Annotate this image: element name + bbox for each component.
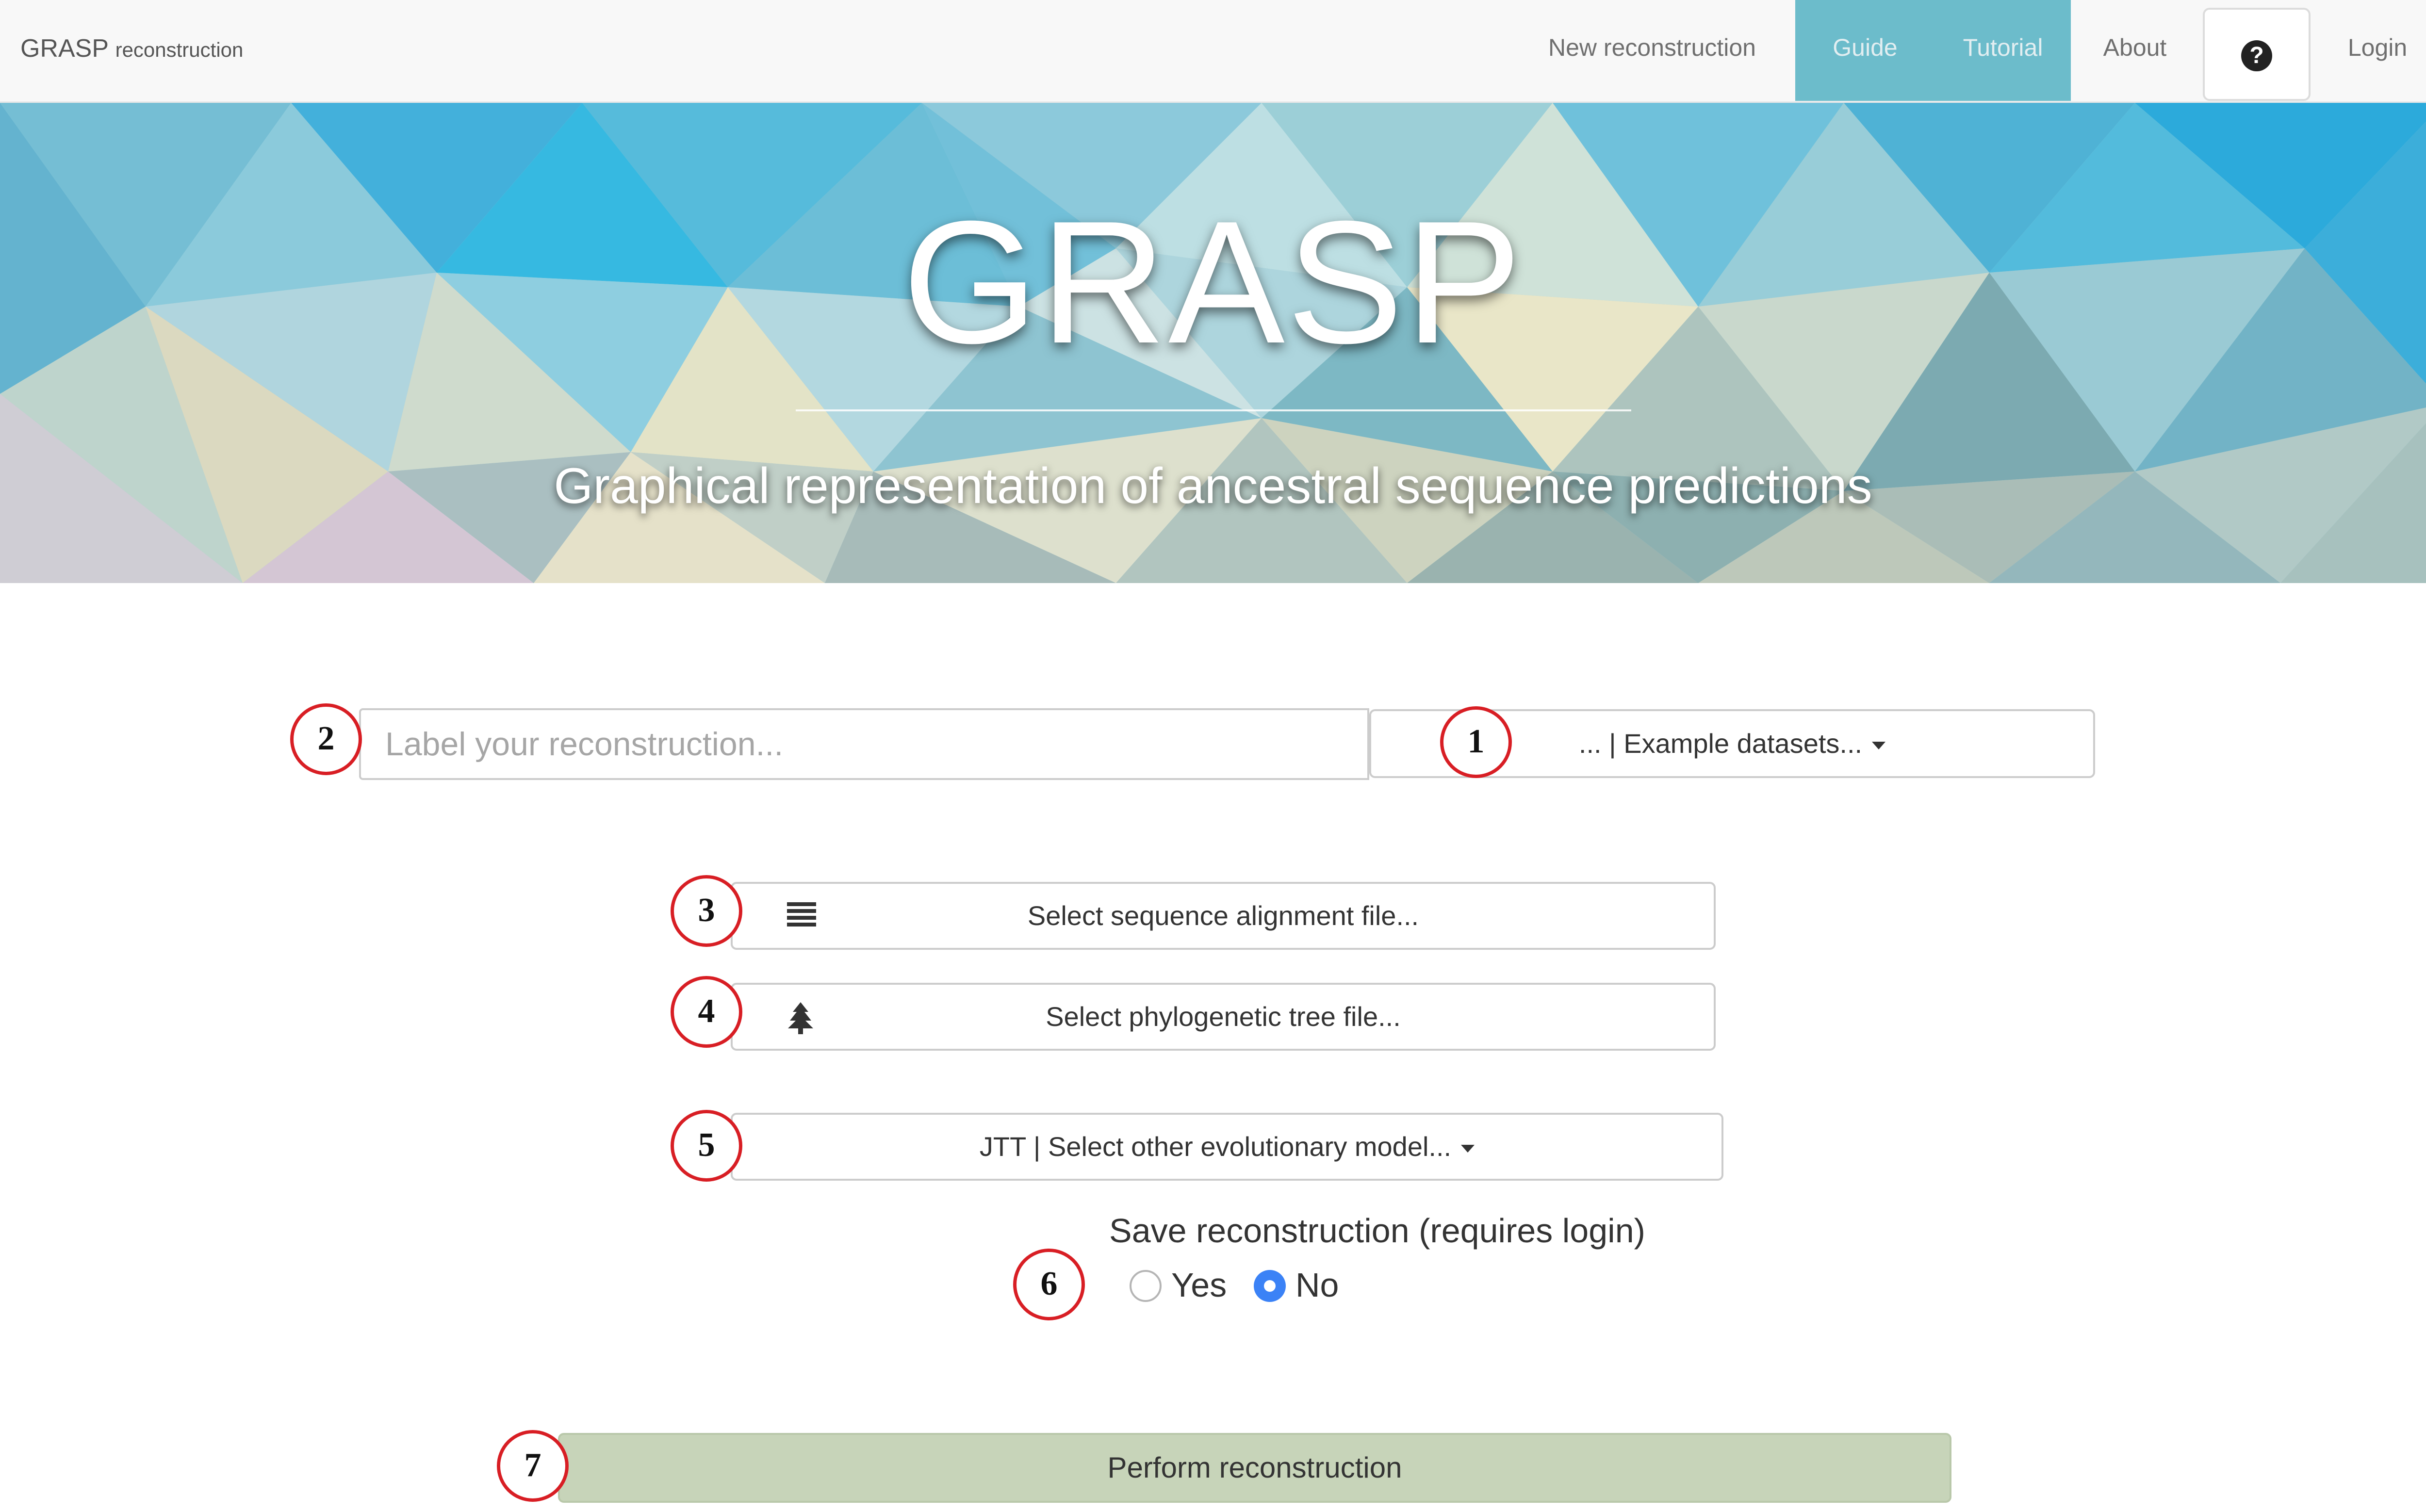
save-yes-radio[interactable]: [1130, 1270, 1162, 1302]
nav-login[interactable]: Login: [2329, 0, 2426, 101]
annotation-marker-5: 5: [671, 1110, 742, 1182]
hero-banner: GRASP Graphical representation of ancest…: [0, 103, 2426, 583]
evolutionary-model-label: JTT | Select other evolutionary model...: [979, 1131, 1452, 1162]
brand-link[interactable]: GRASP reconstruction: [20, 0, 243, 103]
tree-file-label: Select phylogenetic tree file...: [1046, 1001, 1401, 1032]
annotation-marker-1: 1: [1440, 706, 1512, 778]
question-circle-icon: ?: [2241, 40, 2272, 71]
hero-subtitle: Graphical representation of ancestral se…: [554, 458, 1872, 514]
navbar: GRASP reconstruction New reconstruction …: [0, 0, 2426, 103]
nav-guide[interactable]: Guide: [1795, 0, 1935, 101]
example-datasets-label: ... | Example datasets...: [1578, 728, 1863, 759]
annotation-marker-4: 4: [671, 976, 742, 1048]
annotation-marker-3: 3: [671, 875, 742, 947]
brand-sub: reconstruction: [115, 38, 244, 61]
tree-file-button[interactable]: Select phylogenetic tree file...: [731, 983, 1716, 1051]
evolutionary-model-dropdown[interactable]: JTT | Select other evolutionary model...: [731, 1113, 1723, 1181]
save-reconstruction-label: Save reconstruction (requires login): [1109, 1212, 1645, 1250]
nav-new-reconstruction[interactable]: New reconstruction: [1514, 0, 1790, 101]
alignment-file-button[interactable]: Select sequence alignment file...: [731, 882, 1716, 950]
annotation-marker-7: 7: [497, 1430, 569, 1502]
nav-about[interactable]: About: [2086, 0, 2183, 101]
caret-down-icon: [1872, 742, 1886, 750]
help-button[interactable]: ?: [2203, 8, 2311, 101]
align-justify-icon: [787, 902, 816, 927]
hero-title: GRASP: [902, 185, 1524, 380]
reconstruction-label-input[interactable]: [359, 708, 1369, 780]
hero-divider: [796, 409, 1631, 411]
perform-reconstruction-button[interactable]: Perform reconstruction: [558, 1433, 1951, 1503]
brand-main: GRASP: [20, 34, 109, 63]
save-no-label[interactable]: No: [1295, 1263, 1339, 1307]
alignment-file-label: Select sequence alignment file...: [1027, 900, 1419, 931]
annotation-marker-6: 6: [1013, 1249, 1085, 1320]
annotation-marker-2: 2: [290, 703, 362, 775]
save-yes-label[interactable]: Yes: [1171, 1263, 1227, 1307]
save-no-radio[interactable]: [1254, 1270, 1286, 1302]
tree-icon: [788, 1002, 813, 1034]
nav-tutorial[interactable]: Tutorial: [1935, 0, 2071, 101]
caret-down-icon: [1461, 1145, 1475, 1153]
